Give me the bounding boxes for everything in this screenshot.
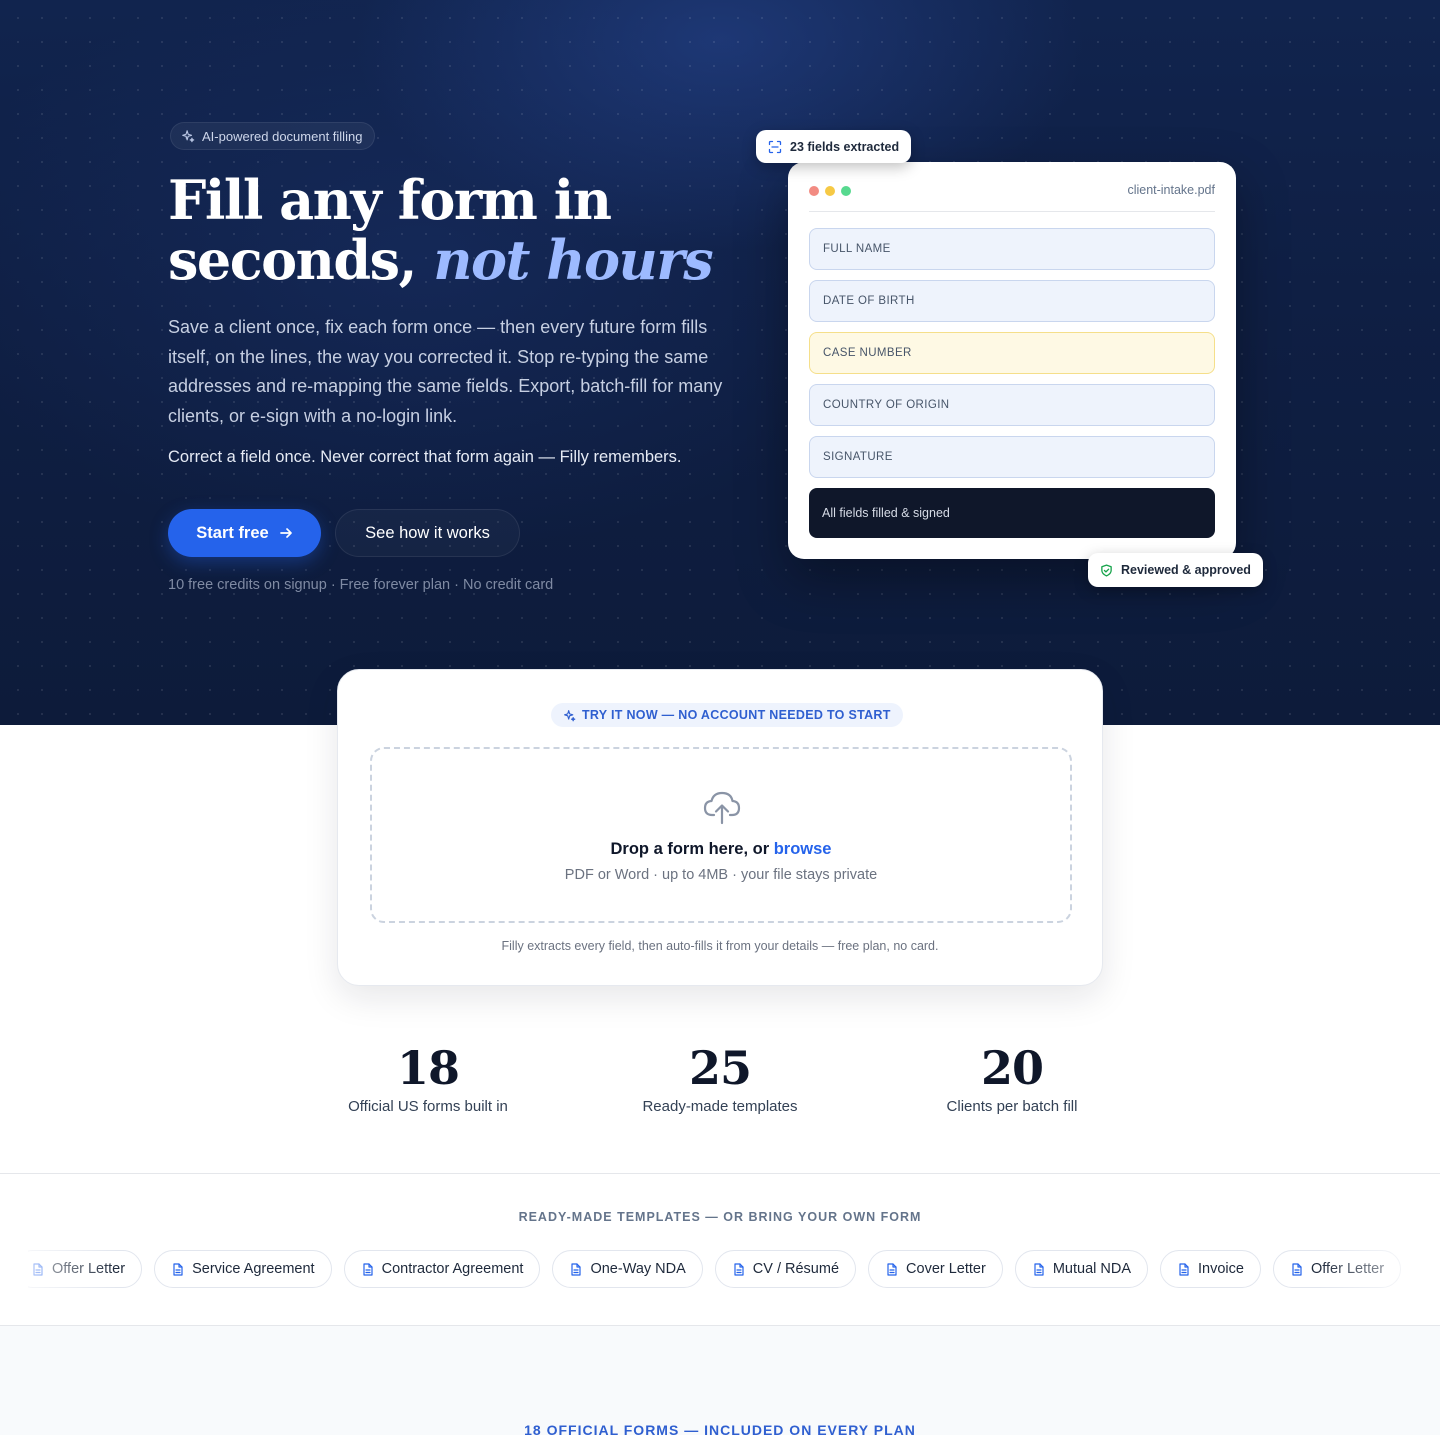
fields-extracted-label: 23 fields extracted: [790, 139, 900, 154]
all-fields-signed-status: All fields filled & signed: [809, 488, 1215, 538]
window-titlebar: client-intake.pdf: [809, 182, 1215, 212]
template-chip-label: Contractor Agreement: [381, 1261, 524, 1277]
template-chip[interactable]: Invoice: [1160, 1250, 1261, 1288]
stat-value: 20: [980, 1041, 1044, 1095]
document-icon: [734, 1262, 744, 1276]
document-icon: [571, 1262, 582, 1276]
template-chip[interactable]: CV / Résumé: [714, 1250, 857, 1288]
shield-check-icon: [1101, 563, 1112, 577]
template-chip[interactable]: Contractor Agreement: [343, 1250, 541, 1288]
ai-badge: AI-powered document filling: [170, 122, 376, 150]
window-dot-yellow: [825, 186, 835, 196]
field-date-of-birth: DATE OF BIRTH: [809, 280, 1215, 322]
form-preview-card: client-intake.pdf FULL NAME DATE OF BIRT…: [788, 162, 1236, 559]
reviewed-approved-badge: Reviewed & approved: [1088, 553, 1263, 587]
upload-footnote: Filly extracts every field, then auto-fi…: [501, 939, 939, 953]
template-chip-label: Invoice: [1198, 1261, 1244, 1277]
official-forms-heading: 18 OFFICIAL FORMS — INCLUDED ON EVERY PL…: [524, 1422, 916, 1435]
field-signature: SIGNATURE: [809, 436, 1215, 478]
file-dropzone[interactable]: Drop a form here, or browse PDF or Word …: [370, 747, 1072, 923]
start-free-label: Start free: [196, 523, 269, 542]
document-icon: [33, 1262, 43, 1276]
stat-templates: 25 Ready-made templates: [590, 1040, 850, 1115]
scan-icon: [768, 140, 782, 153]
templates-heading: READY-MADE TEMPLATES — OR BRING YOUR OWN…: [518, 1210, 922, 1224]
template-chip-label: Mutual NDA: [1052, 1261, 1131, 1277]
template-chip[interactable]: Cover Letter: [868, 1250, 1003, 1288]
document-icon: [362, 1262, 373, 1276]
document-icon: [1179, 1262, 1189, 1276]
drop-title: Drop a form here, or browse: [372, 840, 1070, 859]
document-icon: [887, 1262, 897, 1276]
hero-lead: Save a client once, fix each form once —…: [168, 317, 723, 426]
template-chip[interactable]: Offer Letter: [1272, 1250, 1402, 1288]
stat-value: 18: [396, 1041, 460, 1095]
sparkle-icon: [564, 709, 576, 721]
document-filename: client-intake.pdf: [1127, 183, 1215, 197]
template-chip-label: Service Agreement: [192, 1261, 315, 1277]
sparkle-icon: [182, 130, 195, 143]
drop-subtitle: PDF or Word · up to 4MB · your file stay…: [564, 867, 878, 883]
template-chip[interactable]: Service Agreement: [154, 1250, 332, 1288]
hero-tagline: Correct a field once. Never correct that…: [168, 448, 682, 466]
start-free-button[interactable]: Start free: [168, 509, 321, 557]
see-how-it-works-button[interactable]: See how it works: [335, 509, 520, 557]
template-chip-track: Offer Letter Service Agreement Contractor …: [28, 1250, 1402, 1288]
hero-title-line1: Fill any form in: [168, 168, 612, 232]
template-chip-label: One-Way NDA: [590, 1261, 686, 1277]
official-forms-section: [0, 1326, 1440, 1435]
document-icon: [173, 1262, 183, 1276]
reviewed-approved-label: Reviewed & approved: [1121, 563, 1251, 577]
stat-official-forms: 18 Official US forms built in: [298, 1040, 558, 1115]
hero-title-line2: seconds,: [168, 228, 417, 292]
drop-title-text: Drop a form here, or: [610, 840, 770, 858]
fields-extracted-badge: 23 fields extracted: [756, 130, 912, 163]
window-dot-red: [809, 186, 819, 196]
template-chip[interactable]: One-Way NDA: [552, 1250, 703, 1288]
template-chip[interactable]: Offer Letter: [28, 1250, 143, 1288]
template-chip-label: Offer Letter: [1310, 1261, 1385, 1277]
stat-batch-clients: 20 Clients per batch fill: [882, 1040, 1142, 1115]
template-chip-label: CV / Résumé: [752, 1261, 840, 1277]
browse-link[interactable]: browse: [774, 840, 832, 858]
upload-card: TRY IT NOW — NO ACCOUNT NEEDED TO START …: [337, 669, 1103, 986]
template-chip-label: Offer Letter: [52, 1261, 126, 1277]
field-full-name: FULL NAME: [809, 228, 1215, 270]
signup-fine-print: 10 free credits on signup · Free forever…: [168, 577, 554, 593]
window-dot-green: [841, 186, 851, 196]
try-it-now-label: TRY IT NOW — NO ACCOUNT NEEDED TO START: [582, 708, 891, 722]
field-case-number: CASE NUMBER: [809, 332, 1215, 374]
stat-label: Official US forms built in: [348, 1098, 508, 1115]
hero-title-accent: not hours: [433, 228, 713, 292]
template-chip-label: Cover Letter: [906, 1261, 986, 1277]
field-country-of-origin: COUNTRY OF ORIGIN: [809, 384, 1215, 426]
arrow-right-icon: [279, 528, 292, 538]
document-icon: [1292, 1262, 1302, 1276]
template-chip[interactable]: Mutual NDA: [1014, 1250, 1148, 1288]
stat-value: 25: [688, 1041, 752, 1095]
stat-label: Ready-made templates: [642, 1098, 798, 1115]
ai-badge-label: AI-powered document filling: [202, 128, 363, 144]
cloud-upload-icon: [703, 791, 741, 825]
hero-title: Fill any form in seconds, not hours: [168, 170, 788, 290]
document-icon: [1034, 1262, 1044, 1276]
section-divider: [0, 1173, 1440, 1174]
template-chip-marquee: Offer Letter Service Agreement Contractor …: [28, 1250, 1408, 1290]
try-it-now-pill: TRY IT NOW — NO ACCOUNT NEEDED TO START: [551, 703, 903, 727]
stat-label: Clients per batch fill: [946, 1098, 1078, 1115]
